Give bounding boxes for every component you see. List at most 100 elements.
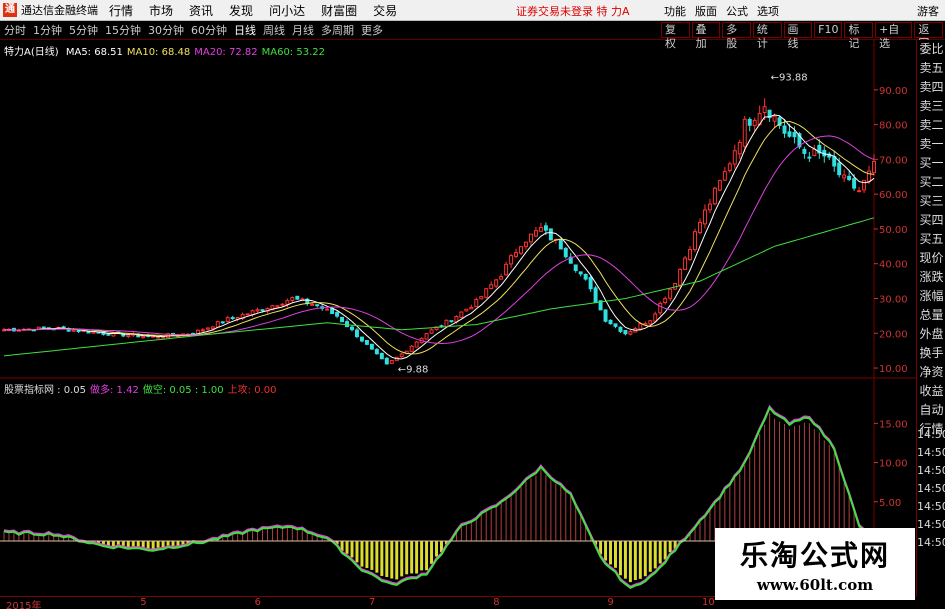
quote-tab[interactable]: 卖五	[917, 59, 945, 78]
period-tab[interactable]: 更多	[361, 22, 383, 38]
quote-tab[interactable]: 买五	[917, 230, 945, 249]
ma-legend-items: MA5: 68.51 MA10: 68.48 MA20: 72.82 MA60: 53…	[66, 47, 329, 58]
candle-body	[782, 125, 787, 134]
candle-body	[563, 247, 568, 258]
quote-tab[interactable]: 涨幅	[917, 287, 945, 306]
guest-button[interactable]: 游客	[917, 3, 939, 19]
quote-tab[interactable]: 涨跌	[917, 268, 945, 287]
quote-tab[interactable]: 换手	[917, 344, 945, 363]
tool-button[interactable]: 画线	[783, 22, 813, 50]
period-tab[interactable]: 60分钟	[191, 22, 227, 38]
candle-body	[613, 323, 618, 327]
candle-body	[444, 319, 449, 327]
quote-tab[interactable]: 净资	[917, 363, 945, 382]
right-menu-item[interactable]: 选项	[757, 3, 779, 19]
candle-body	[250, 310, 255, 315]
candle-body	[653, 313, 658, 322]
quote-tab[interactable]: 自动	[917, 401, 945, 420]
tool-button[interactable]: 多股	[722, 22, 751, 50]
period-tab[interactable]: 30分钟	[148, 22, 184, 38]
tool-button[interactable]: 标记	[844, 22, 874, 50]
candle-body	[538, 227, 543, 232]
indicator-legend-item: 做多: 1.42	[90, 385, 139, 396]
quote-tab[interactable]: 现价	[917, 249, 945, 268]
ma-legend-item: MA60: 53.22	[261, 47, 325, 58]
watermark-url: www.60lt.com	[756, 576, 874, 594]
quote-tab[interactable]: 卖二	[917, 116, 945, 135]
candle-body	[384, 357, 389, 365]
quote-tab[interactable]: 外盘	[917, 325, 945, 344]
quote-tab[interactable]: 总量	[917, 306, 945, 325]
tool-button[interactable]: +自选	[875, 22, 913, 50]
quote-tab[interactable]: 卖一	[917, 135, 945, 154]
period-tab[interactable]: 日线	[234, 22, 256, 38]
quote-tab[interactable]: 买一	[917, 154, 945, 173]
quote-tab[interactable]: 收益	[917, 382, 945, 401]
candle-body	[663, 298, 668, 304]
price-tick-label: 50.00	[879, 225, 908, 236]
trade-time: 14:50	[917, 428, 945, 441]
candle-body	[762, 106, 767, 114]
menu-item[interactable]: 行情	[109, 2, 133, 19]
period-tab[interactable]: 15分钟	[105, 22, 141, 38]
tool-button[interactable]: 复权	[661, 22, 690, 50]
candle-body	[479, 296, 484, 300]
period-tab[interactable]: 周线	[263, 22, 285, 38]
trade-time: 14:50	[917, 464, 945, 477]
date-label: 7	[368, 597, 376, 608]
chart-area[interactable]: 10.00 20.00 30.00 40.00 50.00 60.00 70.00 80.00…	[0, 40, 916, 596]
candle-body	[494, 279, 499, 287]
tool-button[interactable]: F10	[814, 22, 843, 38]
right-menu-item[interactable]: 公式	[726, 3, 748, 19]
quote-tab[interactable]: 买四	[917, 211, 945, 230]
candle-body	[648, 320, 653, 325]
period-tab[interactable]: 1分钟	[33, 22, 62, 38]
period-tab[interactable]: 月线	[292, 22, 314, 38]
quote-tab[interactable]: 委比	[917, 40, 945, 59]
candle-body	[295, 295, 300, 300]
menu-item[interactable]: 市场	[149, 2, 173, 19]
candle-body	[732, 150, 737, 165]
menu-item[interactable]: 交易	[373, 2, 397, 19]
tool-button[interactable]: 返回	[914, 22, 943, 50]
price-tick-label: 70.00	[879, 155, 908, 166]
period-tab[interactable]: 5分钟	[69, 22, 98, 38]
login-notice[interactable]: 证券交易未登录 特 力A	[516, 3, 630, 19]
candle-body	[683, 257, 688, 271]
candle-body	[245, 313, 250, 316]
menu-item[interactable]: 发现	[229, 2, 253, 19]
quote-side-panel: 委比 卖五 卖四 卖三 卖二 卖一 买一 买二 买三 买四 买五 现价 涨跌 涨幅 总量 外盘 换手 净资 收益 自动…	[916, 40, 945, 596]
date-label: 5	[140, 597, 147, 608]
trade-time: 14:50	[917, 500, 945, 513]
candle-body	[126, 334, 131, 338]
right-menu-item[interactable]: 功能	[664, 3, 686, 19]
candle-body	[350, 326, 354, 331]
candle-body	[290, 297, 295, 302]
candle-body	[424, 333, 429, 340]
tool-button[interactable]: 叠加	[691, 22, 721, 50]
stock-name: 特力A(日线)	[4, 47, 59, 58]
candle-body	[847, 175, 852, 180]
right-menu-item[interactable]: 版面	[695, 3, 717, 19]
quote-tab[interactable]: 卖四	[917, 78, 945, 97]
quote-tab[interactable]: 卖三	[917, 97, 945, 116]
candle-body	[558, 238, 563, 250]
quote-tab[interactable]: 买三	[917, 192, 945, 211]
candle-body	[543, 225, 548, 231]
menu-item[interactable]: 问小达	[269, 2, 305, 19]
quote-tab[interactable]: 买二	[917, 173, 945, 192]
candle-body	[340, 316, 345, 323]
candle-body	[747, 118, 752, 126]
candle-body	[285, 300, 290, 305]
ma10-line	[3, 120, 875, 355]
menu-item[interactable]: 资讯	[189, 2, 213, 19]
menu-item[interactable]: 财富圈	[321, 2, 357, 19]
indicator-legend-item: 做空: 0.05 : 1.00	[142, 385, 224, 396]
period-tab[interactable]: 分时	[4, 22, 26, 38]
tool-button[interactable]: 统计	[752, 22, 782, 50]
candle-body	[205, 327, 210, 330]
candle-body	[230, 317, 235, 320]
period-tab[interactable]: 多周期	[321, 22, 354, 38]
candle-body	[772, 115, 777, 122]
candle-body	[374, 348, 379, 355]
